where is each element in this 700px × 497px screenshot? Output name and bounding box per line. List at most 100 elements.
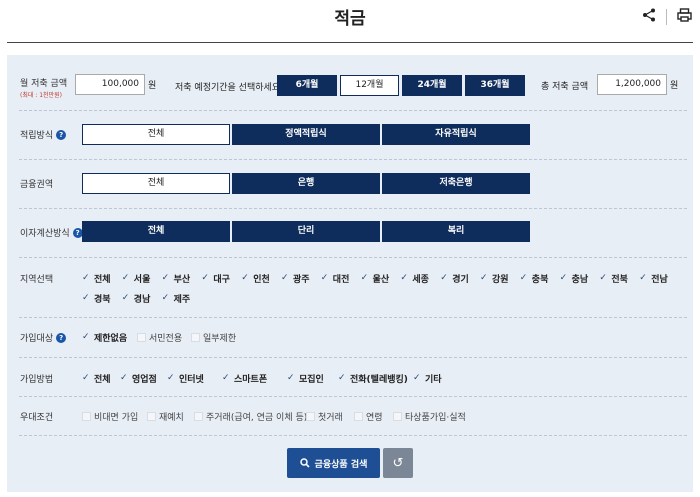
region-checkbox[interactable]: ✓부산 bbox=[162, 272, 191, 285]
checkbox-label: 대구 bbox=[213, 272, 230, 285]
check-icon: ✓ bbox=[520, 274, 529, 283]
monthly-amount-input[interactable]: 100,000 bbox=[75, 74, 145, 95]
check-icon: ✓ bbox=[162, 274, 171, 283]
region-checkbox[interactable]: ✓대전 bbox=[321, 272, 350, 285]
checkbox-label: 타상품가입·실적 bbox=[405, 410, 466, 423]
checkbox-label: 제주 bbox=[174, 292, 191, 305]
check-icon: ✓ bbox=[361, 274, 370, 283]
interest-compound-button[interactable]: 복리 bbox=[382, 221, 530, 242]
check-icon: ✓ bbox=[338, 374, 347, 383]
checkbox-label: 충북 bbox=[532, 272, 549, 285]
region-checkbox[interactable]: ✓경북 bbox=[82, 292, 111, 305]
help-icon[interactable]: ? bbox=[56, 130, 66, 140]
interest-all-button[interactable]: 전체 bbox=[82, 221, 230, 242]
checkbox-label: 제한없음 bbox=[94, 331, 127, 344]
method-fixed-button[interactable]: 정액적립식 bbox=[232, 124, 380, 145]
search-panel: 월 저축 금액 (최대 : 1천만원) 100,000 원 저축 예정기간을 선… bbox=[7, 55, 693, 492]
total-amount-field: 1,200,000 bbox=[597, 74, 667, 95]
region-checkbox[interactable]: ✓서울 bbox=[122, 272, 151, 285]
checkbox-label: 세종 bbox=[412, 272, 429, 285]
check-icon: ✓ bbox=[241, 274, 250, 283]
sector-all-button[interactable]: 전체 bbox=[82, 173, 230, 194]
join-label: 가입방법 bbox=[20, 372, 53, 385]
checkbox-label: 일부제한 bbox=[203, 331, 236, 344]
join-checkbox[interactable]: ✓전체 bbox=[82, 372, 111, 385]
region-checkbox[interactable]: ✓세종 bbox=[400, 272, 429, 285]
pref-checkbox[interactable]: 첫거래 bbox=[306, 410, 343, 423]
share-icon[interactable] bbox=[642, 8, 656, 25]
region-checkbox[interactable]: ✓충북 bbox=[520, 272, 549, 285]
period-36m-button[interactable]: 36개월 bbox=[465, 75, 525, 96]
region-checkbox[interactable]: ✓인천 bbox=[241, 272, 270, 285]
checkbox-empty-icon bbox=[393, 412, 402, 421]
checkbox-label: 기타 bbox=[425, 372, 442, 385]
region-checkbox[interactable]: ✓강원 bbox=[480, 272, 509, 285]
region-checkbox[interactable]: ✓경기 bbox=[440, 272, 469, 285]
join-checkbox[interactable]: ✓스마트폰 bbox=[222, 372, 267, 385]
search-button[interactable]: 금융상품 검색 bbox=[287, 448, 380, 478]
sector-bank-button[interactable]: 은행 bbox=[232, 173, 380, 194]
checkbox-label: 경기 bbox=[452, 272, 469, 285]
checkbox-label: 광주 bbox=[293, 272, 310, 285]
period-12m-button[interactable]: 12개월 bbox=[340, 75, 399, 96]
pref-checkbox[interactable]: 주거래(급여, 연금 이체 등) bbox=[194, 410, 307, 423]
pref-checkbox[interactable]: 타상품가입·실적 bbox=[393, 410, 466, 423]
print-icon[interactable] bbox=[677, 8, 692, 25]
checkbox-label: 경북 bbox=[94, 292, 111, 305]
help-icon[interactable]: ? bbox=[56, 333, 66, 343]
region-checkbox[interactable]: ✓대구 bbox=[201, 272, 230, 285]
check-icon: ✓ bbox=[201, 274, 210, 283]
join-checkbox[interactable]: ✓모집인 bbox=[287, 372, 324, 385]
check-icon: ✓ bbox=[560, 274, 569, 283]
check-icon: ✓ bbox=[82, 294, 91, 303]
pref-checkbox[interactable]: 비대면 가입 bbox=[82, 410, 138, 423]
period-label: 저축 예정기간을 선택하세요 bbox=[175, 80, 280, 93]
region-checkbox[interactable]: ✓전체 bbox=[82, 272, 111, 285]
total-label: 총 저축 금액 bbox=[541, 79, 588, 92]
join-checkbox[interactable]: ✓영업점 bbox=[120, 372, 157, 385]
method-all-button[interactable]: 전체 bbox=[82, 124, 230, 145]
period-6m-button[interactable]: 6개월 bbox=[277, 75, 337, 96]
method-free-button[interactable]: 자유적립식 bbox=[382, 124, 530, 145]
interest-simple-button[interactable]: 단리 bbox=[232, 221, 380, 242]
pref-checkbox[interactable]: 재예치 bbox=[147, 410, 184, 423]
target-checkbox-unrestricted[interactable]: ✓제한없음 bbox=[82, 331, 127, 344]
check-icon: ✓ bbox=[82, 333, 91, 342]
region-checkbox[interactable]: ✓제주 bbox=[162, 292, 191, 305]
sector-savingsbank-button[interactable]: 저축은행 bbox=[382, 173, 530, 194]
target-checkbox-lowincome[interactable]: 서민전용 bbox=[137, 331, 182, 344]
target-checkbox-partial[interactable]: 일부제한 bbox=[191, 331, 236, 344]
header-divider bbox=[7, 42, 693, 43]
region-checkbox[interactable]: ✓전남 bbox=[639, 272, 668, 285]
region-checkbox[interactable]: ✓전북 bbox=[599, 272, 628, 285]
check-icon: ✓ bbox=[122, 274, 131, 283]
check-icon: ✓ bbox=[440, 274, 449, 283]
check-icon: ✓ bbox=[321, 274, 330, 283]
period-24m-button[interactable]: 24개월 bbox=[402, 75, 462, 96]
join-checkbox[interactable]: ✓전화(텔레뱅킹) bbox=[338, 372, 408, 385]
check-icon: ✓ bbox=[167, 374, 176, 383]
total-unit: 원 bbox=[670, 78, 678, 91]
region-checkbox[interactable]: ✓울산 bbox=[361, 272, 390, 285]
check-icon: ✓ bbox=[82, 374, 91, 383]
check-icon: ✓ bbox=[480, 274, 489, 283]
region-checkbox[interactable]: ✓충남 bbox=[560, 272, 589, 285]
divider bbox=[19, 159, 687, 160]
checkbox-label: 서민전용 bbox=[149, 331, 182, 344]
reset-button[interactable]: ↺ bbox=[383, 448, 413, 478]
checkbox-label: 부산 bbox=[174, 272, 191, 285]
checkbox-label: 스마트폰 bbox=[234, 372, 267, 385]
page-title: 적금 bbox=[0, 4, 700, 29]
checkbox-label: 충남 bbox=[572, 272, 589, 285]
join-checkbox[interactable]: ✓인터넷 bbox=[167, 372, 204, 385]
checkbox-label: 경남 bbox=[134, 292, 151, 305]
check-icon: ✓ bbox=[281, 274, 290, 283]
region-checkbox[interactable]: ✓광주 bbox=[281, 272, 310, 285]
region-checkbox[interactable]: ✓경남 bbox=[122, 292, 151, 305]
amount-label: 월 저축 금액 bbox=[20, 76, 67, 89]
divider bbox=[19, 357, 687, 358]
pref-checkbox[interactable]: 연령 bbox=[354, 410, 383, 423]
check-icon: ✓ bbox=[82, 274, 91, 283]
check-icon: ✓ bbox=[413, 374, 422, 383]
join-checkbox[interactable]: ✓기타 bbox=[413, 372, 442, 385]
